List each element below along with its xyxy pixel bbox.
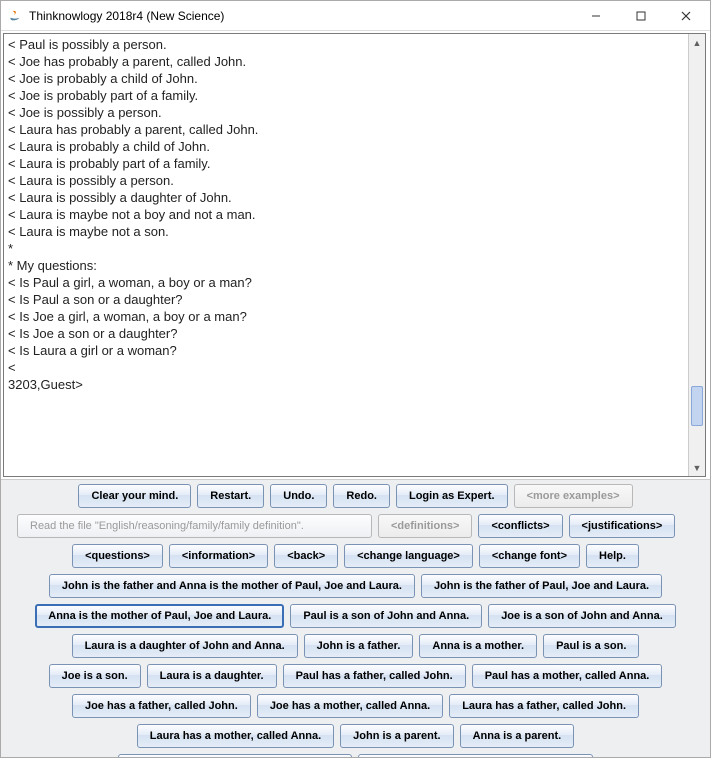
more-examples-button: <more examples>	[514, 484, 633, 508]
conflicts-button[interactable]: <conflicts>	[478, 514, 562, 538]
example-sentence-button[interactable]: Anna is the mother of Paul, Joe and Laur…	[35, 604, 284, 628]
example-row: Laura is a daughter of John and Anna.Joh…	[7, 634, 704, 658]
back-button[interactable]: <back>	[274, 544, 338, 568]
example-sentence-button[interactable]: John is a parent.	[340, 724, 453, 748]
titlebar: Thinknowlogy 2018r4 (New Science)	[1, 1, 710, 31]
example-row: Anna is the mother of Paul, Joe and Laur…	[7, 604, 704, 628]
example-sentence-button[interactable]: Laura is a daughter.	[147, 664, 277, 688]
redo-button[interactable]: Redo.	[333, 484, 390, 508]
scroll-down-button[interactable]: ▼	[689, 459, 705, 476]
help-button[interactable]: Help.	[586, 544, 639, 568]
scroll-track[interactable]	[689, 51, 705, 459]
example-sentence-button[interactable]: Anna is a parent of Paul, Joe and Laura.	[358, 754, 593, 757]
example-sentences: John is the father and Anna is the mothe…	[7, 574, 704, 757]
console-output[interactable]: < Paul is possibly a person. < Joe has p…	[4, 34, 688, 476]
example-sentence-button[interactable]: Laura is a daughter of John and Anna.	[72, 634, 298, 658]
example-row: John is a parent of Paul, Joe and Laura.…	[7, 754, 704, 757]
java-icon	[7, 8, 23, 24]
example-row: Joe has a father, called John.Joe has a …	[7, 694, 704, 718]
maximize-button[interactable]	[618, 2, 663, 30]
console-panel: < Paul is possibly a person. < Joe has p…	[3, 33, 706, 477]
information-button[interactable]: <information>	[169, 544, 268, 568]
scroll-up-button[interactable]: ▲	[689, 34, 705, 51]
example-row: Laura has a mother, called Anna.John is …	[7, 724, 704, 748]
scroll-thumb[interactable]	[691, 386, 703, 426]
clear-mind-button[interactable]: Clear your mind.	[78, 484, 191, 508]
example-sentence-button[interactable]: Anna is a mother.	[419, 634, 537, 658]
example-sentence-button[interactable]: Joe is a son.	[49, 664, 141, 688]
close-button[interactable]	[663, 2, 708, 30]
change-language-button[interactable]: <change language>	[344, 544, 473, 568]
restart-button[interactable]: Restart.	[197, 484, 264, 508]
app-window: Thinknowlogy 2018r4 (New Science) < Paul…	[0, 0, 711, 758]
example-sentence-button[interactable]: Paul has a father, called John.	[283, 664, 466, 688]
example-sentence-button[interactable]: Laura has a father, called John.	[449, 694, 639, 718]
window-controls	[573, 2, 708, 30]
scrollbar[interactable]: ▲ ▼	[688, 34, 705, 476]
example-row: Joe is a son.Laura is a daughter.Paul ha…	[7, 664, 704, 688]
example-sentence-button[interactable]: Joe is a son of John and Anna.	[488, 604, 676, 628]
login-expert-button[interactable]: Login as Expert.	[396, 484, 508, 508]
definitions-button: <definitions>	[378, 514, 472, 538]
example-sentence-button[interactable]: John is the father and Anna is the mothe…	[49, 574, 415, 598]
toolbar-row-1: Clear your mind. Restart. Undo. Redo. Lo…	[7, 484, 704, 508]
example-sentence-button[interactable]: Laura has a mother, called Anna.	[137, 724, 334, 748]
window-title: Thinknowlogy 2018r4 (New Science)	[29, 9, 573, 23]
change-font-button[interactable]: <change font>	[479, 544, 580, 568]
read-file-button: Read the file "English/reasoning/family/…	[17, 514, 372, 538]
toolbar-row-2: Read the file "English/reasoning/family/…	[7, 514, 704, 538]
toolbar-row-3: <questions> <information> <back> <change…	[7, 544, 704, 568]
example-row: John is the father and Anna is the mothe…	[7, 574, 704, 598]
justifications-button[interactable]: <justifications>	[569, 514, 676, 538]
minimize-button[interactable]	[573, 2, 618, 30]
button-area: Clear your mind. Restart. Undo. Redo. Lo…	[1, 479, 710, 757]
example-sentence-button[interactable]: Anna is a parent.	[460, 724, 575, 748]
example-sentence-button[interactable]: John is a father.	[304, 634, 414, 658]
example-sentence-button[interactable]: Joe has a mother, called Anna.	[257, 694, 443, 718]
undo-button[interactable]: Undo.	[270, 484, 327, 508]
example-sentence-button[interactable]: Joe has a father, called John.	[72, 694, 251, 718]
example-sentence-button[interactable]: Paul has a mother, called Anna.	[472, 664, 663, 688]
example-sentence-button[interactable]: Paul is a son of John and Anna.	[290, 604, 482, 628]
example-sentence-button[interactable]: Paul is a son.	[543, 634, 639, 658]
example-sentence-button[interactable]: John is the father of Paul, Joe and Laur…	[421, 574, 662, 598]
example-sentence-button[interactable]: John is a parent of Paul, Joe and Laura.	[118, 754, 352, 757]
questions-button[interactable]: <questions>	[72, 544, 163, 568]
